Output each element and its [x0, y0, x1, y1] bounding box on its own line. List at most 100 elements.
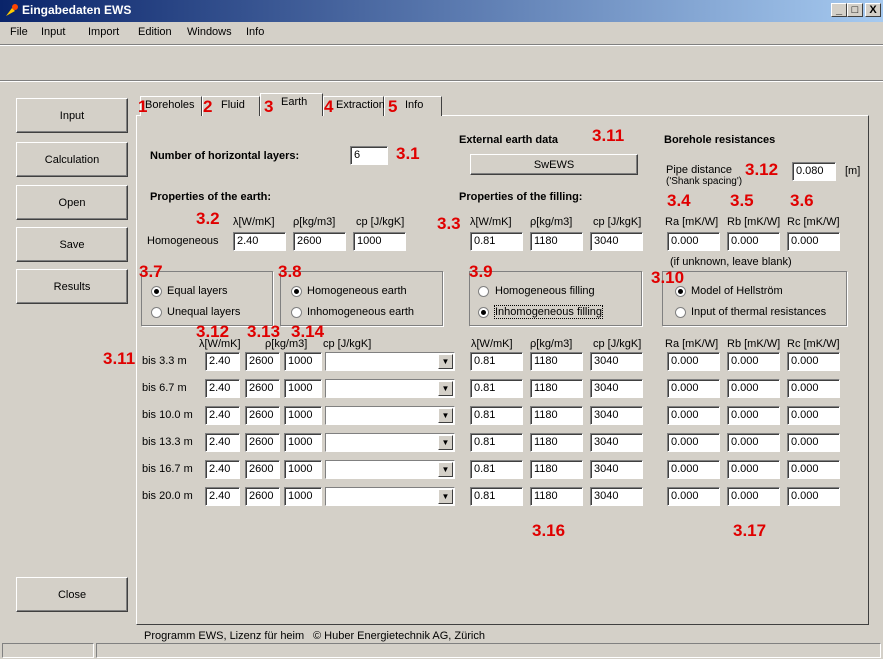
layer-rho-input[interactable]: 2600	[245, 406, 280, 425]
layer-rho-input[interactable]: 2600	[245, 433, 280, 452]
layer-f-rho-input[interactable]: 1180	[530, 379, 583, 398]
layer-material-combo[interactable]: ▼	[325, 460, 455, 479]
layer-rc-input[interactable]: 0.000	[787, 352, 840, 371]
earth-lambda-input[interactable]: 2.40	[233, 232, 286, 251]
layer-rb-input[interactable]: 0.000	[727, 406, 780, 425]
layer-rc-input[interactable]: 0.000	[787, 406, 840, 425]
rb-input[interactable]: 0.000	[727, 232, 780, 251]
equal-layers-radio[interactable]	[151, 286, 162, 297]
pipe-distance-input[interactable]: 0.080	[792, 162, 836, 181]
chevron-down-icon[interactable]: ▼	[438, 489, 453, 504]
menu-import[interactable]: Import	[88, 26, 119, 38]
layer-rb-input[interactable]: 0.000	[727, 379, 780, 398]
layer-f-cp-input[interactable]: 3040	[590, 433, 643, 452]
open-button[interactable]: Open	[16, 185, 128, 220]
layer-rho-input[interactable]: 2600	[245, 379, 280, 398]
layer-rc-input[interactable]: 0.000	[787, 379, 840, 398]
layer-rb-input[interactable]: 0.000	[727, 487, 780, 506]
layer-f-cp-input[interactable]: 3040	[590, 406, 643, 425]
layer-rho-input[interactable]: 2600	[245, 352, 280, 371]
layer-rc-input[interactable]: 0.000	[787, 460, 840, 479]
layer-material-combo[interactable]: ▼	[325, 487, 455, 506]
menu-file[interactable]: File	[10, 26, 28, 38]
layer-cp-input[interactable]: 1000	[284, 406, 322, 425]
tab-boreholes[interactable]: Boreholes	[140, 96, 202, 116]
thermal-resistances-radio[interactable]	[675, 307, 686, 318]
layer-f-cp-input[interactable]: 3040	[590, 352, 643, 371]
layer-cp-input[interactable]: 1000	[284, 487, 322, 506]
chevron-down-icon[interactable]: ▼	[438, 435, 453, 450]
layer-f-lambda-input[interactable]: 0.81	[470, 352, 523, 371]
minimize-button[interactable]: _	[831, 3, 847, 17]
chevron-down-icon[interactable]: ▼	[438, 408, 453, 423]
earth-cp-input[interactable]: 1000	[353, 232, 406, 251]
layer-ra-input[interactable]: 0.000	[667, 433, 720, 452]
layer-material-combo[interactable]: ▼	[325, 406, 455, 425]
filling-rho-input[interactable]: 1180	[530, 232, 583, 251]
filling-lambda-input[interactable]: 0.81	[470, 232, 523, 251]
layer-rc-input[interactable]: 0.000	[787, 433, 840, 452]
layer-material-combo[interactable]: ▼	[325, 352, 455, 371]
layers-input[interactable]: 6	[350, 146, 388, 165]
filling-cp-input[interactable]: 3040	[590, 232, 643, 251]
layer-f-lambda-input[interactable]: 0.81	[470, 406, 523, 425]
menu-edition[interactable]: Edition	[138, 26, 172, 38]
layer-lambda-input[interactable]: 2.40	[205, 460, 240, 479]
layer-f-lambda-input[interactable]: 0.81	[470, 433, 523, 452]
layer-ra-input[interactable]: 0.000	[667, 460, 720, 479]
layer-material-combo[interactable]: ▼	[325, 379, 455, 398]
layer-rc-input[interactable]: 0.000	[787, 487, 840, 506]
layer-f-rho-input[interactable]: 1180	[530, 487, 583, 506]
calculation-button[interactable]: Calculation	[16, 142, 128, 177]
layer-f-rho-input[interactable]: 1180	[530, 352, 583, 371]
layer-ra-input[interactable]: 0.000	[667, 406, 720, 425]
layer-lambda-input[interactable]: 2.40	[205, 352, 240, 371]
layer-rb-input[interactable]: 0.000	[727, 352, 780, 371]
layer-f-lambda-input[interactable]: 0.81	[470, 460, 523, 479]
layer-f-rho-input[interactable]: 1180	[530, 433, 583, 452]
swews-button[interactable]: SwEWS	[470, 154, 638, 175]
layer-f-cp-input[interactable]: 3040	[590, 460, 643, 479]
layer-cp-input[interactable]: 1000	[284, 352, 322, 371]
layer-rho-input[interactable]: 2600	[245, 460, 280, 479]
menu-input[interactable]: Input	[41, 26, 65, 38]
menu-windows[interactable]: Windows	[187, 26, 232, 38]
chevron-down-icon[interactable]: ▼	[438, 381, 453, 396]
inhomogeneous-earth-radio[interactable]	[291, 307, 302, 318]
layer-rho-input[interactable]: 2600	[245, 487, 280, 506]
layer-ra-input[interactable]: 0.000	[667, 379, 720, 398]
hellstrom-model-radio[interactable]	[675, 286, 686, 297]
layer-f-cp-input[interactable]: 3040	[590, 487, 643, 506]
layer-f-rho-input[interactable]: 1180	[530, 406, 583, 425]
layer-cp-input[interactable]: 1000	[284, 460, 322, 479]
homogeneous-earth-radio[interactable]	[291, 286, 302, 297]
unequal-layers-radio[interactable]	[151, 307, 162, 318]
layer-f-cp-input[interactable]: 3040	[590, 379, 643, 398]
chevron-down-icon[interactable]: ▼	[438, 462, 453, 477]
results-button[interactable]: Results	[16, 269, 128, 304]
layer-rb-input[interactable]: 0.000	[727, 460, 780, 479]
layer-material-combo[interactable]: ▼	[325, 433, 455, 452]
layer-lambda-input[interactable]: 2.40	[205, 487, 240, 506]
layer-rb-input[interactable]: 0.000	[727, 433, 780, 452]
layer-cp-input[interactable]: 1000	[284, 433, 322, 452]
chevron-down-icon[interactable]: ▼	[438, 354, 453, 369]
inhomogeneous-filling-radio[interactable]	[478, 307, 489, 318]
layer-lambda-input[interactable]: 2.40	[205, 379, 240, 398]
menu-info[interactable]: Info	[246, 26, 264, 38]
layer-f-rho-input[interactable]: 1180	[530, 460, 583, 479]
layer-lambda-input[interactable]: 2.40	[205, 433, 240, 452]
ra-input[interactable]: 0.000	[667, 232, 720, 251]
homogeneous-filling-radio[interactable]	[478, 286, 489, 297]
layer-ra-input[interactable]: 0.000	[667, 487, 720, 506]
layer-ra-input[interactable]: 0.000	[667, 352, 720, 371]
close-button[interactable]: Close	[16, 577, 128, 612]
layer-cp-input[interactable]: 1000	[284, 379, 322, 398]
save-button[interactable]: Save	[16, 227, 128, 262]
layer-lambda-input[interactable]: 2.40	[205, 406, 240, 425]
close-window-button[interactable]: X	[865, 3, 881, 17]
input-button[interactable]: Input	[16, 98, 128, 133]
layer-f-lambda-input[interactable]: 0.81	[470, 379, 523, 398]
maximize-button[interactable]: □	[847, 3, 863, 17]
layer-f-lambda-input[interactable]: 0.81	[470, 487, 523, 506]
